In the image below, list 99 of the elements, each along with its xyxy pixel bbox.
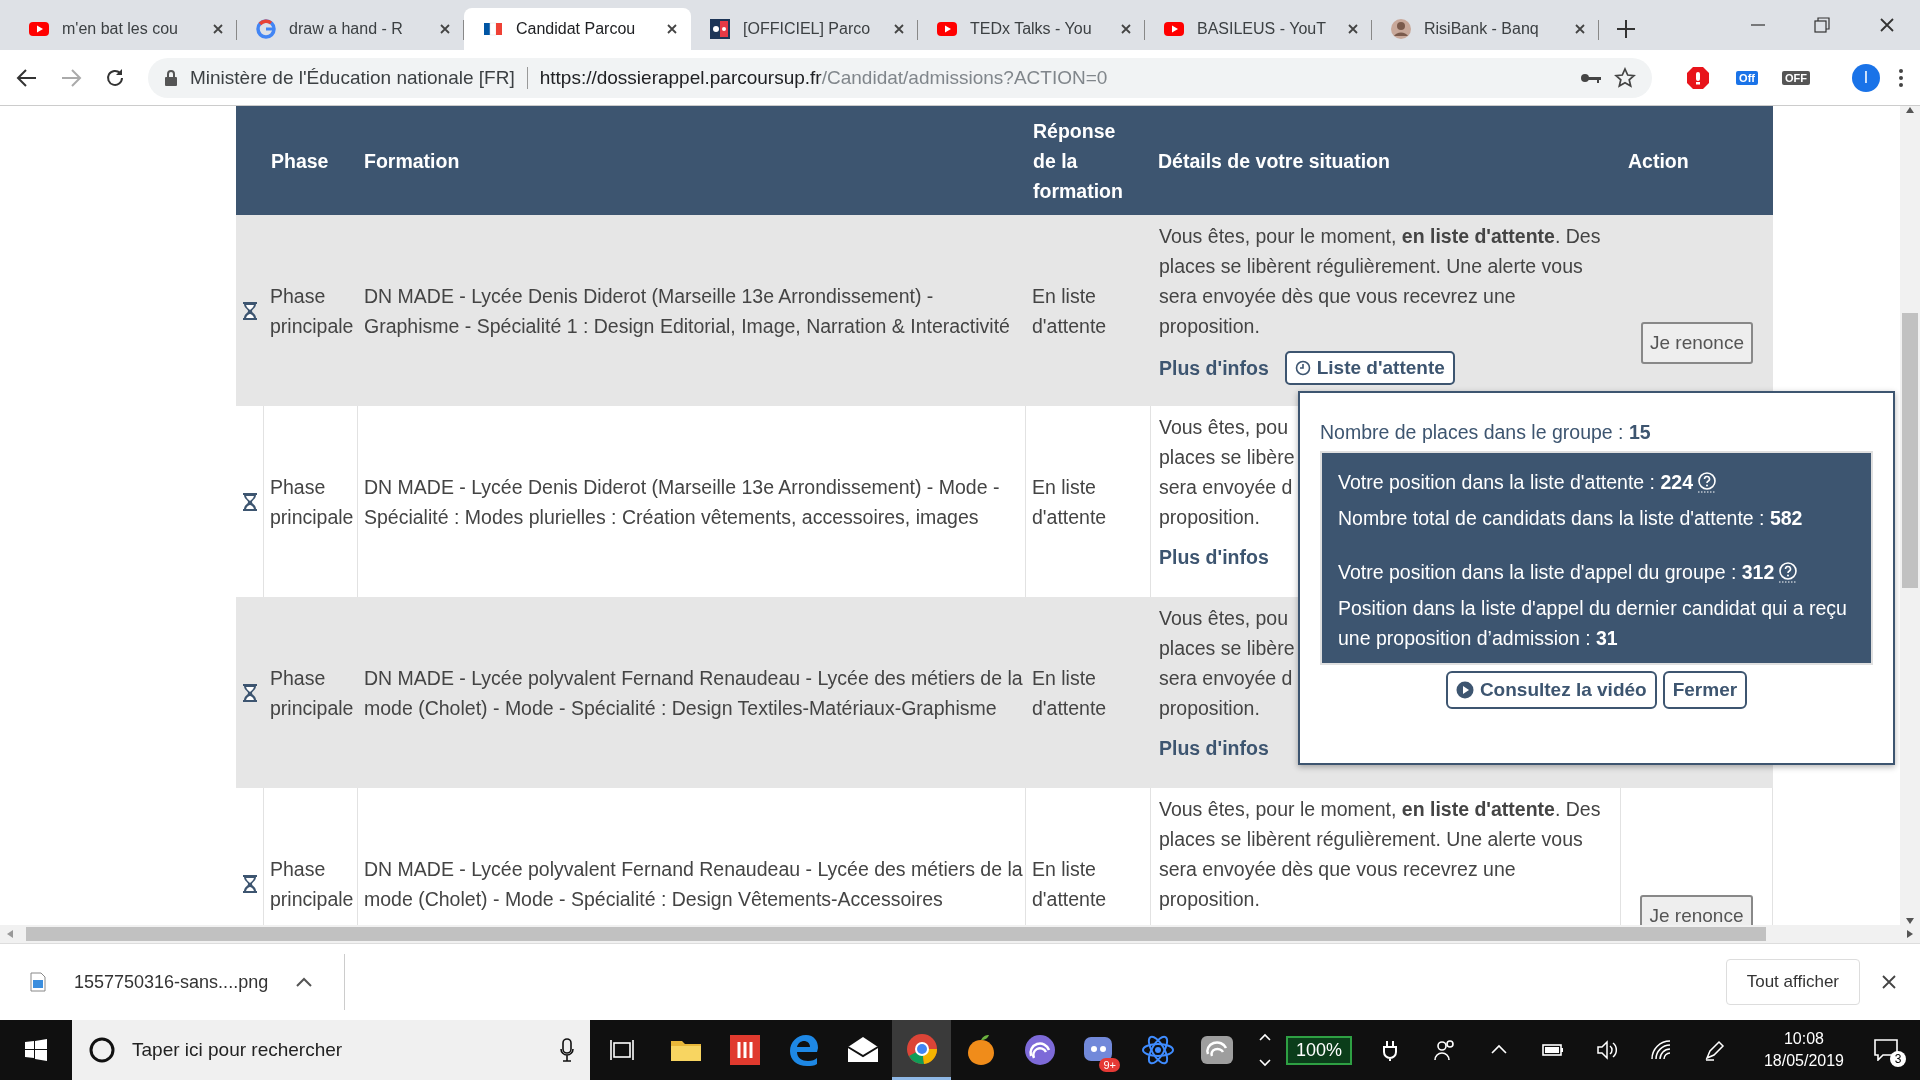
taskbar-app[interactable] xyxy=(892,1020,951,1080)
wifi-icon[interactable] xyxy=(1649,1039,1672,1061)
browser-tab[interactable]: draw a hand - R xyxy=(237,8,464,50)
profile-avatar[interactable]: I xyxy=(1852,63,1880,92)
download-file-name[interactable]: 1557750316-sans....png xyxy=(74,971,269,993)
column-header: Phase xyxy=(270,148,330,174)
help-icon[interactable] xyxy=(1778,561,1799,583)
more-info-label: Plus d'infos xyxy=(1159,736,1269,761)
stop-sign-icon[interactable] xyxy=(1686,65,1711,90)
table-cell-text: DN MADE - Lycée polyvalent Fernand Renaudeau - Lycée des métiers de la mode (Cholet) - Mode - Spécialité : Design Textiles-Matériaux-Graphisme xyxy=(363,665,1024,721)
stat-text: Votre position dans la liste d'appel du groupe : 312 xyxy=(1338,560,1775,585)
renounce-button[interactable]: Je renonce xyxy=(1640,894,1753,925)
close-icon[interactable] xyxy=(1878,16,1896,34)
people-icon[interactable] xyxy=(1433,1039,1456,1061)
windows-logo-icon[interactable] xyxy=(25,1039,47,1061)
column-header: Détails de votre situation xyxy=(1157,148,1391,174)
menu-icon[interactable] xyxy=(1898,66,1904,89)
browser-tab[interactable]: m'en bat les cou xyxy=(10,8,237,50)
hourglass-icon xyxy=(242,873,258,894)
clock-icon xyxy=(1294,360,1311,376)
stat-text: Nombre total de candidats dans la liste d'attente : 582 xyxy=(1338,506,1803,531)
chevron-up-icon[interactable] xyxy=(296,977,313,987)
task-view-icon[interactable] xyxy=(610,1039,634,1061)
restore-icon[interactable] xyxy=(1814,17,1830,33)
hourglass-icon xyxy=(242,682,258,703)
hourglass-icon xyxy=(242,300,258,321)
video-button[interactable]: Consultez la vidéo xyxy=(1445,671,1657,709)
back-icon[interactable] xyxy=(16,66,38,89)
column-header: Formation xyxy=(363,148,461,174)
renounce-button[interactable]: Je renonce xyxy=(1641,321,1753,364)
browser-tab[interactable]: [OFFICIEL] Parco xyxy=(691,8,918,50)
plus-icon[interactable] xyxy=(1615,18,1637,40)
microphone-icon[interactable] xyxy=(560,1038,574,1062)
address-bar[interactable]: Ministère de l'Éducation nationale [FR] https://dossierappel.parcoursup.fr/Candidat/admissions?ACTION=0 xyxy=(148,57,1653,98)
clock-date: 18/05/2019 xyxy=(1763,1051,1844,1071)
site-identity: Ministère de l'Éducation nationale [FR] xyxy=(190,66,515,89)
lock-icon xyxy=(164,68,178,87)
table-cell-text: DN MADE - Lycée Denis Diderot (Marseille 13e Arrondissement) - Graphisme - Spécialité 1 : Design Editorial, Image, Narration & Interactivité xyxy=(363,283,1011,339)
clock-time: 10:08 xyxy=(1783,1029,1824,1049)
browser-tab[interactable]: RisiBank - Banq xyxy=(1372,8,1599,50)
waitlist-button[interactable]: Liste d'attente xyxy=(1284,351,1455,385)
star-icon[interactable] xyxy=(1614,66,1637,89)
speaker-icon[interactable] xyxy=(1595,1039,1618,1061)
status-text: Vous êtes, pour le moment, en liste d'attente. Des places se libèrent régulièrement. Une alerte vous sera envoyée dès que vous recevrez une proposition. xyxy=(1159,224,1602,339)
close-icon[interactable] xyxy=(1573,22,1587,36)
search-placeholder: Taper ici pour rechercher xyxy=(132,1039,343,1061)
hourglass-icon xyxy=(242,491,258,512)
status-text: proposition. xyxy=(1159,696,1260,721)
column-header: Action xyxy=(1627,148,1690,174)
table-cell-text: Phase principale xyxy=(269,665,355,721)
column-header: Réponse de la formation xyxy=(1032,118,1124,204)
notification-badge: 9+ xyxy=(1099,1058,1120,1072)
help-icon[interactable] xyxy=(1697,471,1717,493)
more-info-label: Plus d'infos xyxy=(1159,545,1269,570)
close-icon[interactable] xyxy=(1119,22,1133,36)
letter-logo-icon xyxy=(255,18,277,40)
status-text: sera envoyée d xyxy=(1159,666,1293,691)
stat-text: Position dans la liste d'appel du dernier candidat qui a reçu une proposition d’admission : 31 xyxy=(1338,596,1848,651)
taskbar-app[interactable]: 9+ xyxy=(1069,1020,1128,1080)
taskbar-clock[interactable]: 10:08 18/05/2019 xyxy=(1763,1028,1844,1072)
horizontal-scrollbar[interactable] xyxy=(0,925,1920,943)
battery-percentage: 100% xyxy=(1285,1035,1352,1065)
browser-tab[interactable]: TEDx Talks - You xyxy=(918,8,1145,50)
status-text: places se libère xyxy=(1159,445,1295,470)
address-url: https://dossierappel.parcoursup.fr/Candidat/admissions?ACTION=0 xyxy=(539,66,1108,89)
table-cell-text: En liste d'attente xyxy=(1031,283,1108,339)
taskbar-search-field[interactable]: Taper ici pour rechercher xyxy=(72,1020,590,1080)
scroll-right-icon[interactable] xyxy=(1906,929,1914,939)
show-all-button[interactable]: Tout afficher xyxy=(1725,959,1860,1005)
status-text: Vous êtes, pou xyxy=(1159,415,1289,440)
status-text: Vous êtes, pour le moment, en liste d'attente. Des places se libèrent régulièrement. Une alerte vous sera envoyée dès que vous recevrez une proposition. xyxy=(1159,797,1602,912)
extension-badge[interactable]: OFF xyxy=(1782,70,1810,85)
table-cell-text: Phase principale xyxy=(269,283,355,339)
close-icon[interactable] xyxy=(892,22,906,36)
places-count: Nombre de places dans le groupe : 15 xyxy=(1320,420,1652,445)
stat-text: Votre position dans la liste d'attente : 224 xyxy=(1338,470,1693,495)
status-text: places se libère xyxy=(1159,636,1295,661)
status-text: proposition. xyxy=(1159,505,1260,530)
vertical-scrollbar[interactable] xyxy=(1900,106,1920,925)
close-icon[interactable] xyxy=(438,22,452,36)
extension-badge[interactable]: Off xyxy=(1736,70,1758,85)
browser-tab[interactable]: BASILEUS - YouT xyxy=(1145,8,1372,50)
circle-icon xyxy=(88,1036,116,1064)
more-info-label: Plus d'infos xyxy=(1159,356,1269,381)
close-icon[interactable] xyxy=(1880,973,1898,991)
table-cell-text: En liste d'attente xyxy=(1031,665,1108,721)
status-text: sera envoyée d xyxy=(1159,475,1293,500)
notification-count: 3 xyxy=(1890,1051,1906,1067)
close-icon[interactable] xyxy=(1346,22,1360,36)
avatar-icon xyxy=(1390,18,1412,40)
close-button[interactable]: Fermer xyxy=(1662,671,1748,709)
browser-tab[interactable]: Candidat Parcou xyxy=(464,8,691,50)
square-logo-icon xyxy=(709,18,731,40)
status-text: Vous êtes, pou xyxy=(1159,606,1289,631)
play-icon xyxy=(1455,681,1474,699)
image-file-icon xyxy=(30,972,46,992)
close-icon[interactable] xyxy=(211,22,225,36)
close-icon[interactable] xyxy=(665,22,679,36)
pen-icon[interactable] xyxy=(1703,1039,1726,1061)
